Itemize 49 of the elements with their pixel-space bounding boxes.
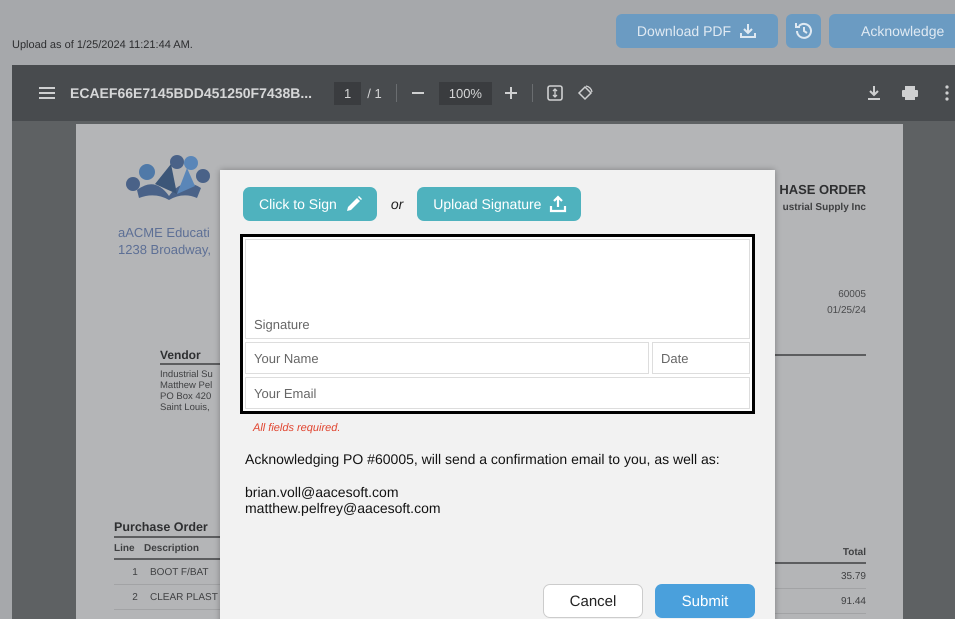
download-icon [739,23,758,39]
supplier-name: ustrial Supply Inc [782,202,866,213]
upload-icon [549,195,568,213]
file-name: ECAEF66E7145BDD451250F7438B... [70,85,312,101]
vendor-line: Matthew Pel [160,380,212,391]
click-to-sign-button[interactable]: Click to Sign [243,187,377,221]
document-title: HASE ORDER [779,182,866,197]
cancel-button[interactable]: Cancel [543,584,643,618]
table-cell-text: 1 [131,566,139,578]
column-header: Line [114,542,136,554]
table-cell: 91.44 [840,596,866,606]
table-cell-text: 2 [131,592,139,602]
table-cell: CLEAR PLAST [150,592,218,602]
organization-name: aACME Educati [118,224,210,241]
history-icon [792,20,814,42]
po-date: 01/25/24 [827,305,866,316]
signature-field[interactable]: Signature [245,239,750,339]
pencil-icon [344,195,363,213]
recipient-email: matthew.pelfrey@aacesoft.com [245,500,442,516]
page-number-field[interactable]: 1 [334,82,362,104]
vendor-line: PO Box 420 [160,391,212,402]
email-field[interactable]: Your Email [245,377,750,409]
column-header: Description [144,542,200,554]
organization-address: 1238 Broadway, [118,241,211,258]
table-cell: 35.79 [840,570,866,582]
name-field[interactable]: Your Name [245,342,649,374]
more-icon[interactable] [945,85,949,101]
po-number: 60005 [838,289,866,300]
column-header: Total [842,546,866,558]
fit-page-icon[interactable] [546,85,563,101]
submit-button[interactable]: Submit [655,584,755,618]
rotate-icon[interactable] [576,85,593,101]
vendor-line: Industrial Su [160,369,213,380]
acknowledge-button[interactable]: Acknowledge [829,14,955,48]
upload-signature-button[interactable]: Upload Signature [417,187,582,221]
download-pdf-button[interactable]: Download PDF [616,14,778,48]
zoom-field[interactable]: 100% [438,82,492,104]
table-cell: BOOT F/BAT [150,566,209,578]
page-count: / 1 [367,86,382,100]
validation-message: All fields required. [253,422,342,434]
recipient-email: brian.voll@aacesoft.com [245,484,400,500]
or-label: or [390,196,404,212]
date-field[interactable]: Date [652,342,750,374]
upload-status: Upload as of 1/25/2024 11:21:44 AM. [12,39,193,51]
menu-icon[interactable] [38,86,56,100]
download-icon[interactable] [867,85,881,101]
confirmation-message: Acknowledging PO #60005, will send a confirmation email to you, as well as: [245,451,721,467]
zoom-in-icon[interactable] [504,86,518,100]
vendor-line: Saint Louis, [160,402,210,413]
